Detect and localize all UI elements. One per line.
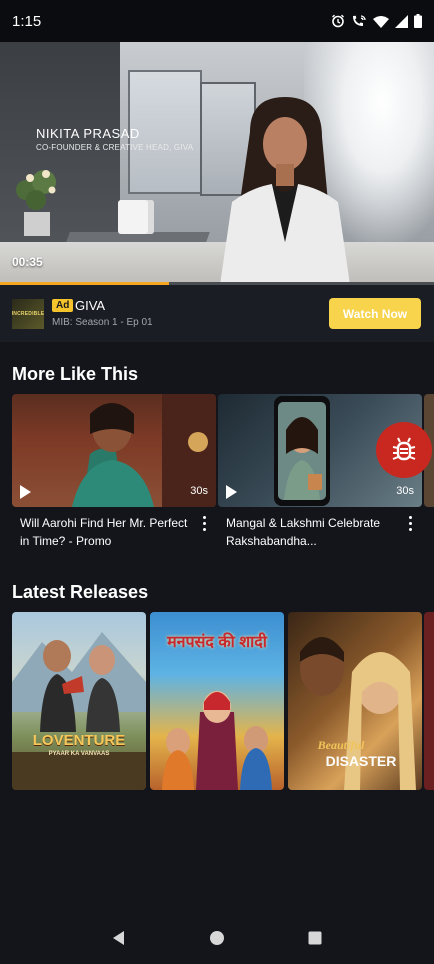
recents-icon[interactable] [307,930,323,946]
video-timecode: 00:35 [12,255,43,269]
signal-icon [395,14,408,28]
poster-title: Beautiful [317,738,365,752]
more-options-icon[interactable] [198,514,210,532]
release-poster[interactable]: Beautiful DISASTER [288,612,422,790]
more-options-icon[interactable] [404,514,416,532]
status-bar: 1:15 [0,0,434,42]
poster-title: मनपसंद की शादी [167,634,267,651]
navigation-bar [0,912,434,964]
release-poster[interactable]: मनपसंद की शादी [150,612,284,790]
video-card[interactable]: 30s Will Aarohi Find Her Mr. Perfect in … [12,394,216,548]
back-icon[interactable] [111,930,127,946]
wifi-icon [373,15,389,28]
video-thumbnail[interactable]: 30s [12,394,216,507]
release-poster-partial[interactable] [424,612,434,790]
video-title[interactable]: Will Aarohi Find Her Mr. Perfect in Time… [20,514,196,550]
ad-thumb-text: INCREDIBLE [11,311,45,317]
wifi-calling-icon [353,15,366,26]
home-icon[interactable] [209,930,225,946]
video-duration: 30s [190,485,208,497]
poster-art [12,632,146,790]
poster-subtitle: PYAAR KA VANVAAS [48,751,110,757]
battery-icon [414,14,422,28]
ad-brand: GIVA [75,298,106,313]
video-overlay-role: CO-FOUNDER & CREATIVE HEAD, GIVA [36,143,194,152]
ad-show-thumbnail: INCREDIBLE [12,299,44,329]
play-icon [20,485,31,499]
more-like-this-title: More Like This [12,364,139,384]
presenter-illustration [220,97,350,285]
status-icons [331,14,422,28]
alarm-icon [332,14,344,28]
poster-title: LOVENTURE [32,732,126,749]
watch-now-button[interactable]: Watch Now [329,298,421,329]
ad-subtitle: MIB: Season 1 - Ep 01 [52,317,153,328]
poster-subtitle: DISASTER [325,753,397,769]
thumbnail-art [72,394,216,507]
play-icon [226,485,237,499]
video-overlay-name: NIKITA PRASAD [36,126,140,141]
latest-releases-title: Latest Releases [12,582,149,602]
video-player[interactable]: NIKITA PRASAD CO-FOUNDER & CREATIVE HEAD… [0,42,434,285]
status-time: 1:15 [12,12,42,30]
video-scene-mug [118,200,154,234]
ad-badge: Ad [52,299,74,312]
ad-bar: INCREDIBLE Ad GIVA MIB: Season 1 - Ep 01… [0,285,434,342]
bug-report-icon[interactable] [376,422,432,478]
video-title[interactable]: Mangal & Lakshmi Celebrate Rakshabandha.… [226,514,402,550]
video-duration: 30s [396,485,414,497]
release-poster[interactable]: LOVENTURE PYAAR KA VANVAAS [12,612,146,790]
plant-illustration [16,170,56,236]
